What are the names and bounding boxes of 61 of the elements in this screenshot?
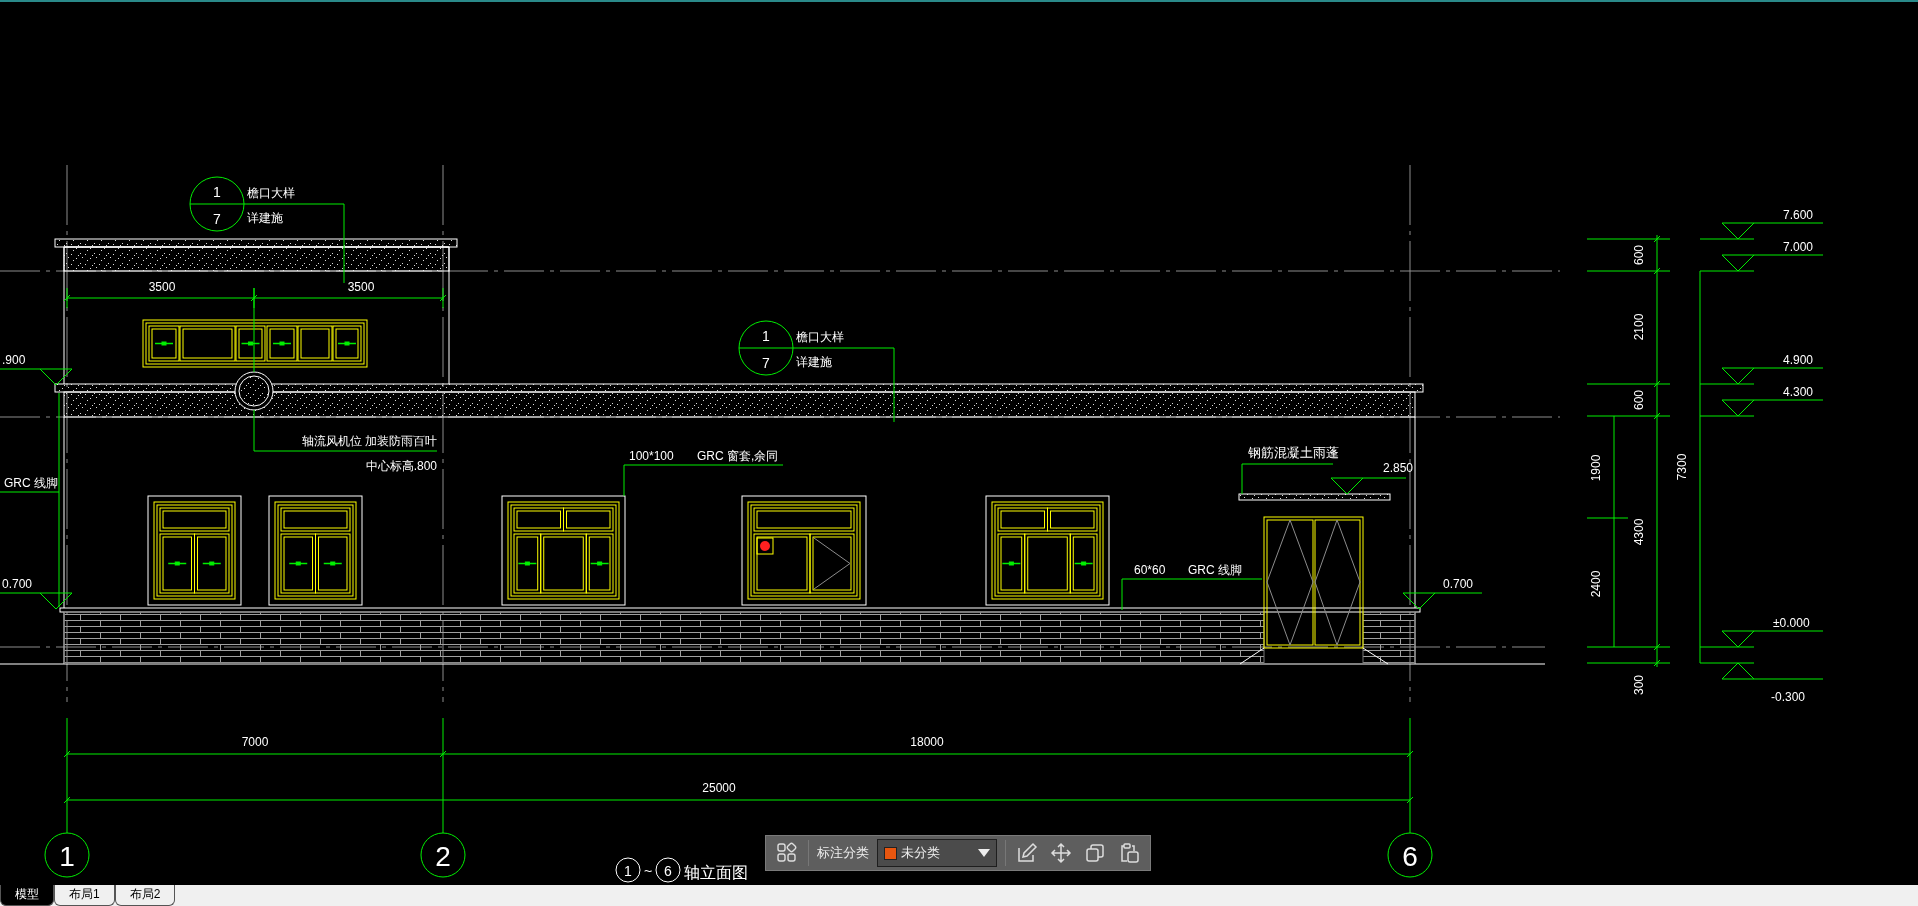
callout-note: 详建施 (796, 355, 832, 369)
level-label: 0.700 (1443, 577, 1474, 591)
dimension-label: 600 (1632, 245, 1646, 265)
trim-size-note: 60*60 (1134, 563, 1166, 577)
dimension-label: 1900 (1589, 454, 1603, 482)
axis-number: 2 (435, 841, 451, 872)
axis-bubble (420, 832, 466, 878)
level-label: -0.300 (1771, 690, 1806, 704)
window-trim-note: GRC 窗套,余同 (697, 449, 779, 463)
dimension-label: 4300 (1632, 518, 1646, 546)
callout-title: 檐口大样 (796, 330, 844, 344)
axis-bubble (1387, 832, 1433, 878)
trim-size-note: 100*100 (629, 449, 674, 463)
level-label: 4.300 (1783, 385, 1814, 399)
axis-bubble (615, 857, 641, 883)
callout-sheet: 7 (213, 211, 221, 227)
plinth-note: GRC 线脚 (1188, 563, 1242, 577)
callout-number: 1 (213, 184, 221, 200)
dimension-label: 2100 (1632, 313, 1646, 341)
callout-note: 详建施 (247, 211, 283, 225)
caret-icon (978, 849, 991, 857)
axis-number: 1 (59, 841, 75, 872)
title-separator: ~ (643, 863, 653, 879)
level-label: 2.850 (1383, 461, 1414, 475)
detail-callout-marker (738, 320, 794, 376)
axis-bubble (655, 857, 681, 883)
dimension-label: 600 (1632, 390, 1646, 410)
move-icon[interactable] (1048, 840, 1074, 866)
level-label: 4.900 (1783, 353, 1814, 367)
vent-height-note: 中心标高.800 (365, 459, 437, 473)
level-label: 7.000 (1783, 240, 1814, 254)
level-label: 7.600 (1783, 208, 1814, 222)
trim-note: GRC 线脚 (4, 476, 58, 490)
vent-drawing (234, 371, 274, 411)
level-label: 0.700 (2, 577, 33, 591)
canopy-note: 钢筋混凝土雨蓬 (1248, 445, 1339, 460)
axis-bubble (44, 832, 90, 878)
drawing-title: 轴立面图 (684, 864, 748, 881)
layout-tab[interactable]: 布局2 (114, 885, 176, 906)
callout-title: 檐口大样 (247, 186, 295, 200)
callout-number: 1 (762, 328, 770, 344)
dimension-label: 3500 (148, 280, 176, 294)
level-label: ±0.000 (1773, 616, 1810, 630)
dimension-label: 25000 (702, 781, 736, 795)
axis-number: 6 (1402, 841, 1418, 872)
dimension-label: 18000 (910, 735, 944, 749)
vent-note: 轴流风机位 加装防雨百叶 (301, 434, 437, 448)
layout-tab[interactable]: 模型 (0, 885, 54, 906)
category-dropdown[interactable]: 未分类 (876, 839, 998, 867)
category-label: 标注分类 (816, 844, 869, 863)
dimension-label: 2400 (1589, 570, 1603, 598)
detail-callout-marker (189, 176, 245, 232)
dimension-label: 3500 (347, 280, 375, 294)
dimension-label: 300 (1632, 675, 1646, 695)
axis-number: 1 (624, 863, 632, 879)
callout-sheet: 7 (762, 355, 770, 371)
level-label: .900 (2, 353, 26, 367)
dimension-label: 7000 (241, 735, 269, 749)
layout-tab[interactable]: 布局1 (54, 885, 115, 906)
axis-number: 6 (664, 863, 672, 879)
dimension-label: 7300 (1675, 453, 1689, 481)
